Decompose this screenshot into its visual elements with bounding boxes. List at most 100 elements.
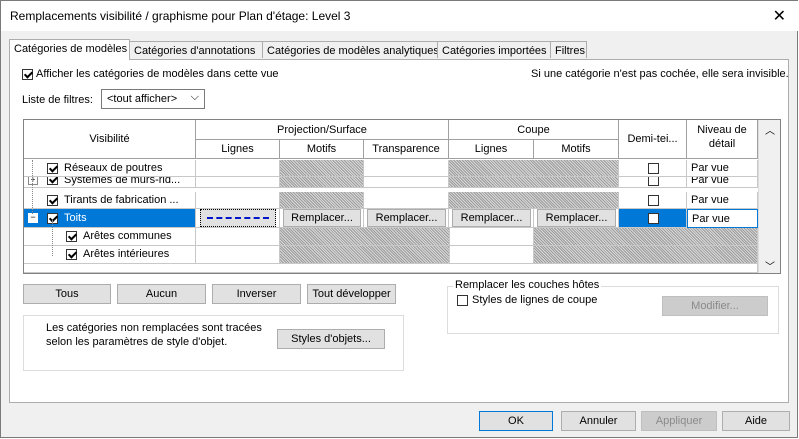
show-categories-checkbox[interactable] (22, 69, 33, 80)
vertical-scrollbar[interactable]: ︿ ﹀ (758, 120, 780, 273)
cell-detail[interactable]: Par vue (687, 192, 758, 209)
halftone-checkbox[interactable] (648, 195, 659, 206)
halftone-checkbox[interactable] (648, 213, 659, 224)
cell-lines[interactable] (196, 246, 280, 264)
modify-button[interactable]: Modifier... (662, 296, 768, 316)
cell-transparency[interactable] (364, 177, 449, 188)
row-visibility-checkbox[interactable] (47, 163, 58, 174)
cell-cut-lines[interactable] (450, 228, 534, 246)
header-lines[interactable]: Lignes (196, 140, 280, 159)
host-layers-title: Remplacer les couches hôtes (453, 279, 602, 291)
tab-imported-categories[interactable]: Catégories importées (437, 41, 551, 58)
row-label: Tirants de fabrication ... (64, 194, 179, 206)
halftone-checkbox[interactable] (648, 163, 659, 174)
help-button[interactable]: Aide (722, 411, 790, 431)
table-row[interactable]: + Systèmes de murs-rid... (24, 177, 196, 188)
header-patterns[interactable]: Motifs (280, 140, 364, 159)
cell-cut-patterns[interactable]: Remplacer... (534, 209, 619, 228)
cell-lines[interactable] (196, 209, 280, 228)
table-row[interactable]: Tirants de fabrication ... (24, 192, 196, 209)
apply-button[interactable]: Appliquer (641, 411, 717, 431)
scroll-up-icon[interactable]: ︿ (765, 122, 775, 137)
cell-patterns (280, 228, 450, 246)
cell-lines[interactable] (196, 192, 280, 209)
dialog: Remplacements visibilité / graphisme pou… (0, 0, 798, 438)
override-cut-lines-button[interactable]: Remplacer... (452, 209, 531, 227)
cell-halftone[interactable] (619, 160, 687, 177)
cell-halftone[interactable] (619, 177, 687, 188)
visibility-grid: Visibilité Projection/Surface Coupe Demi… (23, 119, 781, 274)
ok-button[interactable]: OK (479, 411, 553, 431)
object-styles-button[interactable]: Styles d'objets... (277, 329, 385, 349)
filter-dropdown[interactable]: <tout afficher> ⌵ (101, 89, 205, 109)
cell-patterns[interactable]: Remplacer... (280, 209, 364, 228)
header-halftone[interactable]: Demi-tei... (619, 120, 687, 159)
row-visibility-checkbox[interactable] (47, 195, 58, 206)
detail-value: Par vue (691, 162, 729, 174)
filter-value: <tout afficher> (107, 93, 178, 105)
cell-halftone[interactable] (619, 192, 687, 209)
table-row[interactable]: Réseaux de poutres (24, 160, 196, 177)
cell-cut-lines[interactable] (450, 246, 534, 264)
cell-disabled (534, 228, 758, 246)
show-categories-label: Afficher les catégories de modèles dans … (36, 68, 279, 80)
close-icon[interactable]: ✕ (773, 6, 786, 26)
cell-transparency[interactable] (364, 160, 449, 177)
cell-lines[interactable] (196, 160, 280, 177)
expand-all-button[interactable]: Tout développer (307, 284, 396, 304)
cut-line-styles-checkbox[interactable] (457, 295, 468, 306)
tab-analytical-categories[interactable]: Catégories de modèles analytiques (262, 41, 439, 58)
window-title: Remplacements visibilité / graphisme pou… (10, 9, 351, 23)
note-line-2: selon les paramètres de style d'objet. (46, 336, 228, 348)
line-pattern-preview (207, 217, 269, 219)
cell-detail[interactable]: Par vue (687, 177, 758, 188)
cell-cut-lines[interactable]: Remplacer... (449, 209, 534, 228)
cell-detail[interactable]: Par vue (687, 160, 758, 177)
expand-icon[interactable]: + (28, 177, 38, 185)
cell-patterns (280, 192, 364, 209)
table-row[interactable] (24, 264, 758, 273)
header-cut-patterns[interactable]: Motifs (534, 140, 619, 159)
scroll-down-icon[interactable]: ﹀ (765, 258, 775, 273)
override-cut-patterns-button[interactable]: Remplacer... (537, 209, 616, 227)
cell-patterns (280, 177, 364, 188)
table-row[interactable]: Arêtes intérieures (24, 246, 196, 264)
row-visibility-checkbox[interactable] (47, 177, 58, 185)
cell-lines[interactable] (196, 177, 280, 188)
cell-cut (449, 160, 619, 177)
hint-text: Si une catégorie n'est pas cochée, elle … (531, 68, 789, 80)
cell-detail[interactable]: Par vue (687, 209, 758, 228)
header-cut-lines[interactable]: Lignes (449, 140, 534, 159)
halftone-checkbox[interactable] (648, 177, 659, 186)
override-transparency-button[interactable]: Remplacer... (367, 209, 446, 227)
cell-transparency[interactable] (364, 192, 449, 209)
detail-value: Par vue (691, 194, 729, 206)
table-row-selected[interactable]: − Toits (24, 209, 196, 228)
header-detail-level[interactable]: Niveau de détail (687, 120, 758, 159)
cell-lines[interactable] (196, 228, 280, 246)
line-pattern-button[interactable] (200, 209, 276, 227)
cancel-button[interactable]: Annuler (561, 411, 636, 431)
tab-annotation-categories[interactable]: Catégories d'annotations (129, 41, 263, 58)
tab-filters[interactable]: Filtres (550, 41, 587, 58)
row-visibility-checkbox[interactable] (66, 249, 77, 260)
invert-button[interactable]: Inverser (212, 284, 301, 304)
row-visibility-checkbox[interactable] (66, 231, 77, 242)
header-transparency[interactable]: Transparence (364, 140, 449, 159)
row-label: Arêtes intérieures (83, 248, 170, 260)
chevron-down-icon: ⌵ (190, 91, 199, 103)
select-none-button[interactable]: Aucun (117, 284, 206, 304)
cell-halftone[interactable] (619, 209, 687, 228)
cell-patterns (280, 246, 450, 264)
header-visibility[interactable]: Visibilité (24, 120, 196, 159)
override-patterns-button[interactable]: Remplacer... (283, 209, 361, 227)
filter-label: Liste de filtres: (22, 94, 93, 106)
table-row[interactable]: Arêtes communes (24, 228, 196, 246)
cell-patterns (280, 160, 364, 177)
collapse-icon[interactable]: − (28, 213, 38, 223)
cell-transparency[interactable]: Remplacer... (364, 209, 449, 228)
row-label: Systèmes de murs-rid... (64, 177, 181, 186)
select-all-button[interactable]: Tous (23, 284, 111, 304)
tab-model-categories[interactable]: Catégories de modèles (9, 39, 130, 60)
row-label: Réseaux de poutres (64, 162, 163, 174)
